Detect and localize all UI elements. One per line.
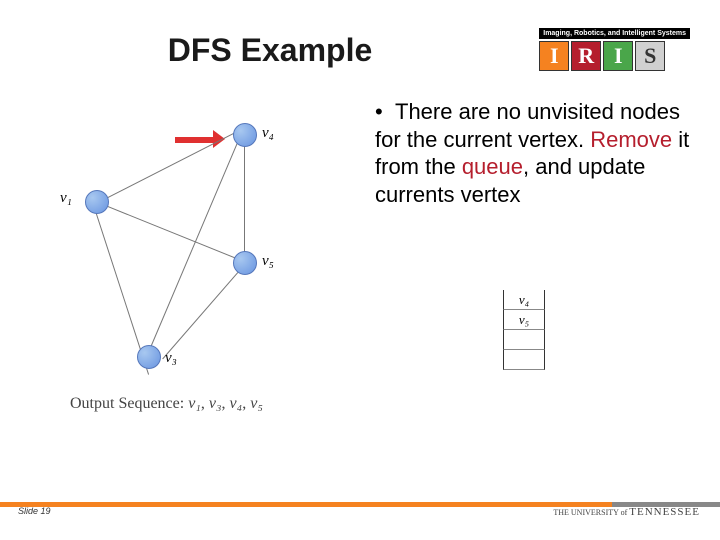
edge-v1-v4	[98, 130, 239, 203]
output-item-4: v₅	[250, 395, 263, 412]
stack-row-1: v₅	[503, 310, 545, 330]
stack-row-0: v₄	[503, 290, 545, 310]
text-queue: queue	[462, 154, 523, 179]
node-v4	[233, 123, 257, 147]
ut-prefix: THE UNIVERSITY of	[553, 508, 629, 517]
node-v1	[85, 190, 109, 214]
output-sequence: Output Sequence: v₁, v₃, v₄, v₅	[70, 395, 263, 413]
output-item-2: v₃	[209, 395, 222, 412]
edge-v1-v5	[98, 202, 247, 263]
slide-number: Slide 19	[18, 506, 51, 516]
iris-logo: Imaging, Robotics, and Intelligent Syste…	[539, 28, 690, 71]
logo-letter-i2: I	[603, 41, 633, 71]
bullet-icon: •	[375, 98, 395, 126]
logo-letter-r: R	[571, 41, 601, 71]
output-item-3: v₄	[230, 395, 243, 412]
stack-row-3	[503, 350, 545, 370]
ut-name: TENNESSEE	[629, 506, 700, 518]
current-arrow-icon	[175, 130, 225, 148]
stack-display: v₄ v₅	[503, 290, 545, 370]
logo-letter-s: S	[635, 41, 665, 71]
edge-v5-v3	[162, 264, 245, 359]
node-label-v1: v₁	[60, 190, 72, 207]
logo-letters: I R I S	[539, 41, 690, 71]
node-v3	[137, 345, 161, 369]
output-label: Output Sequence:	[70, 395, 184, 412]
university-logo: THE UNIVERSITY of TENNESSEE	[553, 506, 700, 518]
output-item-1: v₁	[188, 395, 201, 412]
node-label-v4: v₄	[262, 125, 274, 142]
slide-title: DFS Example	[120, 32, 420, 69]
edge-v4-v5	[244, 138, 245, 266]
explanation-text: •There are no unvisited nodes for the cu…	[375, 98, 690, 208]
node-v5	[233, 251, 257, 275]
footer: Slide 19 THE UNIVERSITY of TENNESSEE	[0, 502, 720, 520]
node-label-v3: v₃	[165, 350, 177, 367]
text-remove: Remove	[590, 127, 672, 152]
node-label-v5: v₅	[262, 253, 274, 270]
logo-subtitle: Imaging, Robotics, and Intelligent Syste…	[539, 28, 690, 39]
logo-letter-i: I	[539, 41, 569, 71]
stack-row-2	[503, 330, 545, 350]
graph-diagram: v₁ v₄ v₅ v₃	[70, 120, 340, 380]
